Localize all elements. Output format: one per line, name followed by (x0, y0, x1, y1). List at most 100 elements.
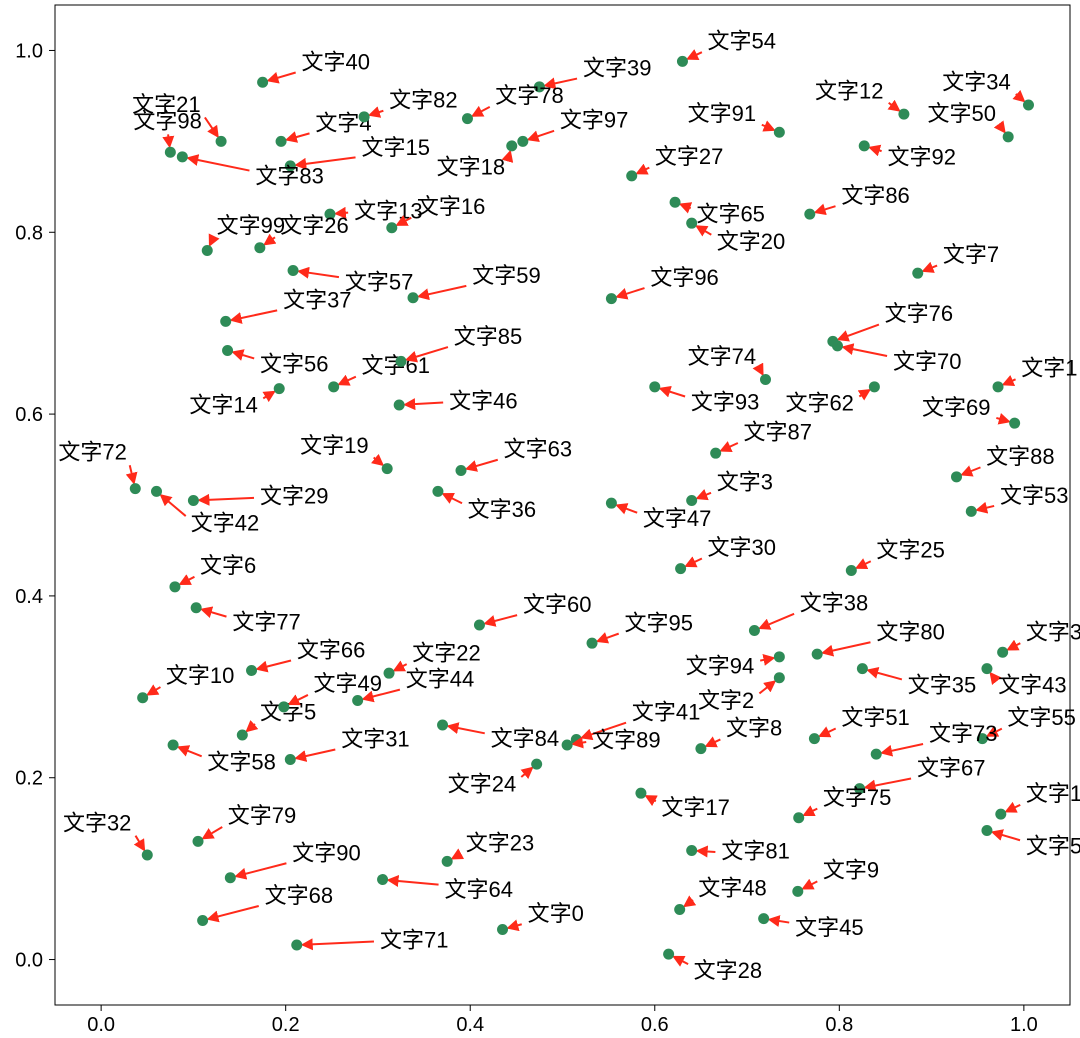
annotation-arrow (232, 310, 278, 320)
annotation-arrow (660, 389, 685, 397)
data-point (635, 788, 646, 799)
chart-svg: 0.00.20.40.60.81.00.00.20.40.60.81.0文字0文… (0, 0, 1080, 1038)
point-label: 文字18 (437, 154, 505, 179)
data-point (587, 638, 598, 649)
data-point (382, 463, 393, 474)
data-point (531, 759, 542, 770)
data-point (359, 111, 370, 122)
point-label: 文字99 (217, 213, 285, 238)
point-label: 文字23 (466, 830, 534, 855)
annotation-arrow (257, 661, 291, 669)
point-label: 文字47 (643, 506, 711, 531)
point-label: 文字53 (1000, 483, 1068, 508)
data-point (966, 506, 977, 517)
data-point (774, 127, 785, 138)
point-label: 文字48 (698, 876, 766, 901)
annotation-arrow (991, 673, 994, 677)
point-label: 文字85 (454, 324, 522, 349)
point-label: 文字46 (449, 388, 517, 413)
point-label: 文字55 (1007, 705, 1075, 730)
point-label: 文字82 (389, 88, 457, 113)
annotation-arrow (760, 658, 773, 661)
y-tick-label: 0.2 (15, 768, 43, 790)
point-label: 文字39 (583, 56, 651, 81)
point-label: 文字73 (929, 721, 997, 746)
data-point (812, 649, 823, 660)
point-label: 文字10 (166, 663, 234, 688)
annotation-arrow (405, 402, 443, 404)
data-point (898, 109, 909, 120)
data-point (859, 140, 870, 151)
point-label: 文字43 (998, 672, 1066, 697)
point-label: 文字29 (260, 484, 328, 509)
annotation-arrow (247, 724, 255, 731)
point-label: 文字38 (800, 590, 868, 615)
annotation-arrow (889, 103, 899, 111)
point-label: 文字27 (655, 144, 723, 169)
annotation-arrow (521, 768, 532, 777)
point-label: 文字33 (1026, 619, 1080, 644)
annotation-arrow (188, 158, 249, 171)
annotation-arrow (996, 418, 1009, 422)
point-label: 文字83 (255, 163, 323, 188)
annotation-arrow (203, 827, 222, 838)
annotation-arrow (688, 52, 702, 59)
point-label: 文字64 (445, 877, 513, 902)
data-point (517, 136, 528, 147)
point-label: 文字92 (887, 144, 955, 169)
point-label: 文字61 (362, 353, 430, 378)
annotation-arrow (770, 920, 790, 923)
data-point (328, 381, 339, 392)
annotation-arrow (803, 881, 817, 888)
annotation-arrow (993, 832, 1020, 840)
annotation-arrow (168, 134, 170, 146)
data-point (202, 245, 213, 256)
data-point (257, 77, 268, 88)
data-point (809, 733, 820, 744)
x-tick-label: 0.2 (272, 1014, 300, 1036)
annotation-arrow (485, 615, 517, 623)
x-tick-label: 0.8 (825, 1014, 853, 1036)
annotation-arrow (857, 561, 871, 568)
annotation-arrow (370, 111, 384, 115)
annotation-arrow (199, 498, 254, 500)
data-point (1009, 418, 1020, 429)
annotation-arrow (868, 670, 902, 679)
data-point (995, 809, 1006, 820)
point-label: 文字96 (650, 265, 718, 290)
data-point (674, 904, 685, 915)
point-label: 文字68 (265, 883, 333, 908)
data-point (606, 293, 617, 304)
point-label: 文字44 (406, 667, 474, 692)
data-point (165, 147, 176, 158)
point-label: 文字94 (686, 653, 754, 678)
data-point (288, 265, 299, 276)
data-point (912, 268, 923, 279)
annotation-arrow (617, 288, 644, 297)
data-point (686, 495, 697, 506)
data-point (670, 197, 681, 208)
annotation-arrow (419, 286, 466, 297)
annotation-arrow (870, 148, 882, 151)
annotation-arrow (467, 460, 498, 469)
y-tick-label: 1.0 (15, 40, 43, 62)
data-point (188, 495, 199, 506)
annotation-arrow (236, 863, 286, 876)
annotation-arrow (843, 347, 887, 356)
annotation-arrow (296, 750, 335, 759)
point-label: 文字56 (260, 352, 328, 377)
annotation-arrow (287, 133, 310, 139)
point-label: 文字71 (380, 927, 448, 952)
point-label: 文字13 (354, 198, 422, 223)
annotation-arrow (681, 204, 691, 208)
point-label: 文字30 (708, 535, 776, 560)
annotation-arrow (962, 467, 980, 474)
annotation-arrow (179, 747, 202, 756)
annotation-arrow (299, 271, 339, 277)
point-label: 文字24 (448, 772, 516, 797)
data-point (237, 730, 248, 741)
annotation-arrow (303, 942, 374, 945)
data-point (857, 663, 868, 674)
data-point (151, 486, 162, 497)
annotation-arrow (598, 634, 619, 642)
